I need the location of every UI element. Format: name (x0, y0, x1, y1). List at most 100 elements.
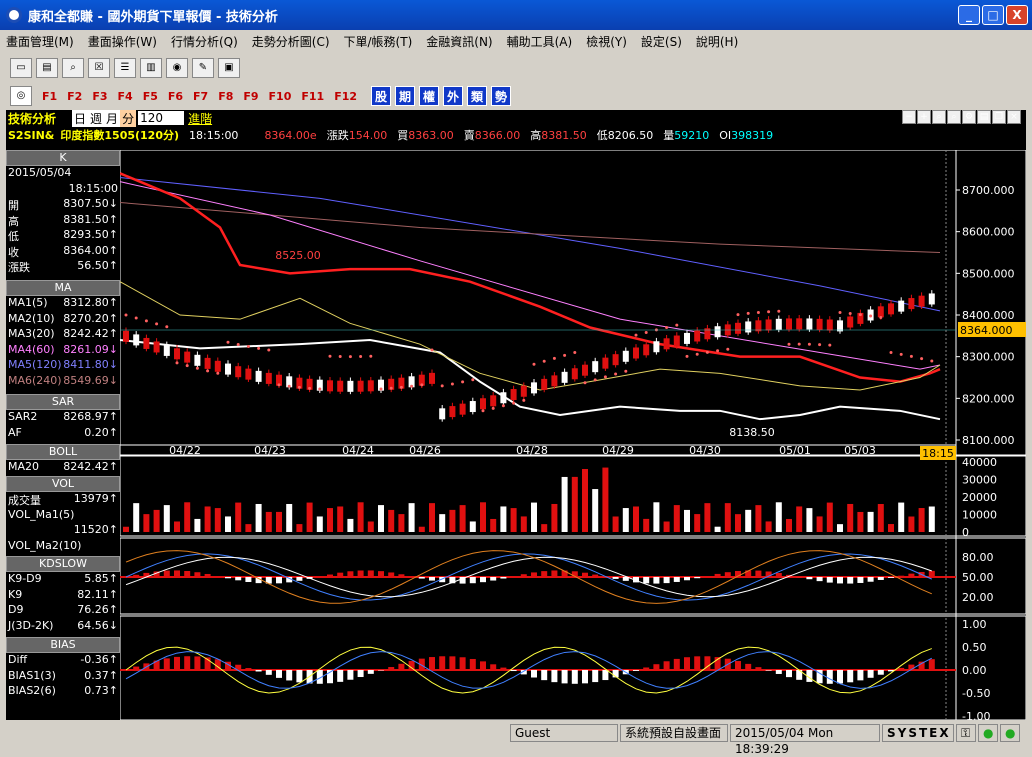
kd-diff-bar (694, 577, 700, 578)
search-icon[interactable]: ⌕ (62, 58, 84, 78)
sar-dot (737, 313, 740, 316)
menu-item[interactable]: 畫面管理(M) (6, 33, 74, 50)
image-icon[interactable]: ▣ (218, 58, 240, 78)
volume-bar (378, 505, 384, 532)
candle-body (480, 398, 486, 409)
volume-bar (296, 524, 302, 532)
close-window-icon[interactable]: ☒ (88, 58, 110, 78)
sar-dot (573, 351, 576, 354)
menu-item[interactable]: 畫面操作(W) (88, 33, 157, 50)
period-month[interactable]: 月 (104, 110, 120, 127)
menu-item[interactable]: 走勢分析圖(C) (252, 33, 330, 50)
period-day[interactable]: 日 (72, 110, 88, 127)
sar-dot (900, 353, 903, 356)
info-label: VOL_Ma1(5) (8, 508, 74, 524)
volume-bar (327, 508, 333, 532)
period-week[interactable]: 週 (88, 110, 104, 127)
advanced-link[interactable]: 進階 (188, 110, 212, 127)
zoom-out-icon[interactable]: − (902, 110, 916, 124)
list-icon[interactable]: ☰ (114, 58, 136, 78)
menu-item[interactable]: 金融資訊(N) (426, 33, 492, 50)
fkey-button[interactable]: F4 (118, 90, 133, 103)
maximize-button[interactable]: □ (982, 5, 1004, 25)
lock-icon[interactable]: ⚿ (956, 724, 976, 742)
sar-dot (828, 344, 831, 347)
menu-item[interactable]: 輔助工具(A) (507, 33, 573, 50)
fkey-button[interactable]: F11 (301, 90, 324, 103)
fkey-button[interactable]: F1 (42, 90, 57, 103)
period-minute[interactable]: 分 (120, 110, 136, 127)
info-value: 8268.97↑ (63, 410, 118, 426)
settings-icon[interactable]: ⚙ (962, 110, 976, 124)
restore-icon[interactable]: ❐ (992, 110, 1006, 124)
fkey-button[interactable]: F10 (269, 90, 292, 103)
fkey-button[interactable]: F12 (334, 90, 357, 103)
magnify-icon[interactable]: ⌕ (947, 110, 961, 124)
sar-dot (339, 355, 342, 358)
kd-diff-bar (582, 573, 588, 577)
category-button[interactable]: 期 (395, 86, 415, 106)
category-button[interactable]: 股 (371, 86, 391, 106)
info-value: 8293.50↑ (63, 228, 118, 244)
minimize-button[interactable]: _ (958, 5, 980, 25)
globe-icon[interactable]: ◉ (166, 58, 188, 78)
category-button[interactable]: 外 (443, 86, 463, 106)
chart-canvas[interactable]: 8700.0008600.0008500.0008400.0008300.000… (120, 150, 1026, 720)
panel-icon[interactable]: ▥ (140, 58, 162, 78)
layout-icon[interactable]: ▭ (10, 58, 32, 78)
fkey-button[interactable]: F9 (243, 90, 258, 103)
fkey-button[interactable]: F3 (92, 90, 107, 103)
candle-body (500, 392, 506, 403)
menu-item[interactable]: 下單/帳務(T) (344, 33, 413, 50)
sar-dot (869, 314, 872, 317)
menu-item[interactable]: 行情分析(Q) (171, 33, 238, 50)
period-value-select[interactable]: 120 (138, 111, 184, 125)
fkey-button[interactable]: F8 (218, 90, 233, 103)
zoom-in-icon[interactable]: + (917, 110, 931, 124)
candle-body (225, 364, 231, 375)
close-button[interactable]: X (1006, 5, 1028, 25)
k-info-panel: K 2015/05/04 18:15:00 開8307.50↓高8381.50↑… (6, 150, 120, 275)
menu-item[interactable]: 說明(H) (696, 33, 738, 50)
candle-body (490, 395, 496, 406)
bias-diff-bar (358, 670, 364, 677)
sar-dot (431, 349, 434, 352)
fkey-button[interactable]: F7 (193, 90, 208, 103)
volume-bar (551, 504, 557, 532)
sar-dot (237, 343, 240, 346)
info-value: 13979↑ (74, 492, 118, 508)
status-bar: Guest 系統預設自設畫面 2015/05/04 Mon 18:39:29 S… (0, 722, 1032, 744)
menu-item[interactable]: 設定(S) (641, 33, 682, 50)
info-label: BIAS1(3) (8, 669, 56, 685)
status-green-icon: ● (978, 724, 998, 742)
close-icon[interactable]: × (1007, 110, 1021, 124)
category-button[interactable]: 勢 (491, 86, 511, 106)
fkey-button[interactable]: F2 (67, 90, 82, 103)
bias-diff-bar (449, 656, 455, 670)
sar-dot (308, 387, 311, 390)
candle-body (898, 301, 904, 312)
app-logo-icon[interactable]: ◎ (10, 86, 32, 106)
candle-body (256, 371, 262, 382)
category-button[interactable]: 類 (467, 86, 487, 106)
info-label: AF (8, 426, 22, 442)
brand-label: SYSTEX (882, 724, 954, 742)
candle-body (143, 338, 149, 349)
bias-diff-bar (184, 656, 190, 670)
date-label: 04/23 (254, 444, 286, 457)
info-label: 收 (8, 244, 19, 260)
candle-body (337, 381, 343, 392)
kd-diff-bar (398, 574, 404, 577)
save-icon[interactable]: ▤ (977, 110, 991, 124)
sar-dot (165, 325, 168, 328)
vol-panel-title: VOL (6, 476, 120, 492)
category-button[interactable]: 權 (419, 86, 439, 106)
menu-item[interactable]: 檢視(Y) (586, 33, 627, 50)
sar-panel-title: SAR (6, 394, 120, 410)
info-label: 成交量 (8, 492, 41, 508)
edit-icon[interactable]: ✎ (192, 58, 214, 78)
search-icon[interactable]: ⌕ (932, 110, 946, 124)
fkey-button[interactable]: F6 (168, 90, 183, 103)
fkey-button[interactable]: F5 (143, 90, 158, 103)
monitor-icon[interactable]: ▤ (36, 58, 58, 78)
